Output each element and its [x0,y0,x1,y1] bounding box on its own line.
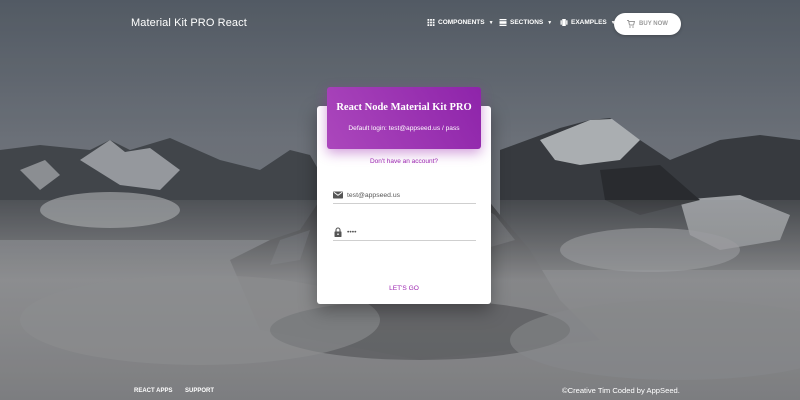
email-icon [333,191,343,199]
view-day-icon [499,19,507,26]
lock-icon [334,227,342,237]
buy-now-button[interactable]: BUY NOW [614,13,681,35]
nav-item-label: SECTIONS [510,19,544,26]
login-card-header: React Node Material Kit PRO Default logi… [327,87,481,149]
top-navbar: Material Kit PRO React COMPONENTS ▼ SECT… [0,0,800,48]
shopping-cart-icon [627,20,636,28]
password-field [333,226,476,241]
password-input[interactable] [347,226,475,239]
email-field [333,189,476,204]
footer-link-support[interactable]: SUPPORT [185,388,214,394]
card-title: React Node Material Kit PRO [336,102,472,113]
view-carousel-icon [560,19,568,26]
caret-down-icon: ▼ [488,19,494,26]
card-subtitle: Default login: test@appseed.us / pass [348,125,460,132]
brand-title[interactable]: Material Kit PRO React [131,17,247,29]
signup-link[interactable]: Don't have an account? [317,158,491,165]
caret-down-icon: ▼ [547,19,553,26]
nav-item-components[interactable]: COMPONENTS ▼ [427,19,494,26]
footer-link-react-apps[interactable]: REACT APPS [134,388,172,394]
lets-go-button[interactable]: LET'S GO [383,282,425,296]
nav-item-label: EXAMPLES [571,19,607,26]
apps-grid-icon [427,19,435,26]
email-input[interactable] [347,189,475,202]
buy-now-label: BUY NOW [639,21,668,27]
nav-item-examples[interactable]: EXAMPLES ▼ [560,19,616,26]
nav-item-sections[interactable]: SECTIONS ▼ [499,19,552,26]
footer-copyright: ©Creative Tim Coded by AppSeed. [562,386,680,395]
nav-item-label: COMPONENTS [438,19,485,26]
